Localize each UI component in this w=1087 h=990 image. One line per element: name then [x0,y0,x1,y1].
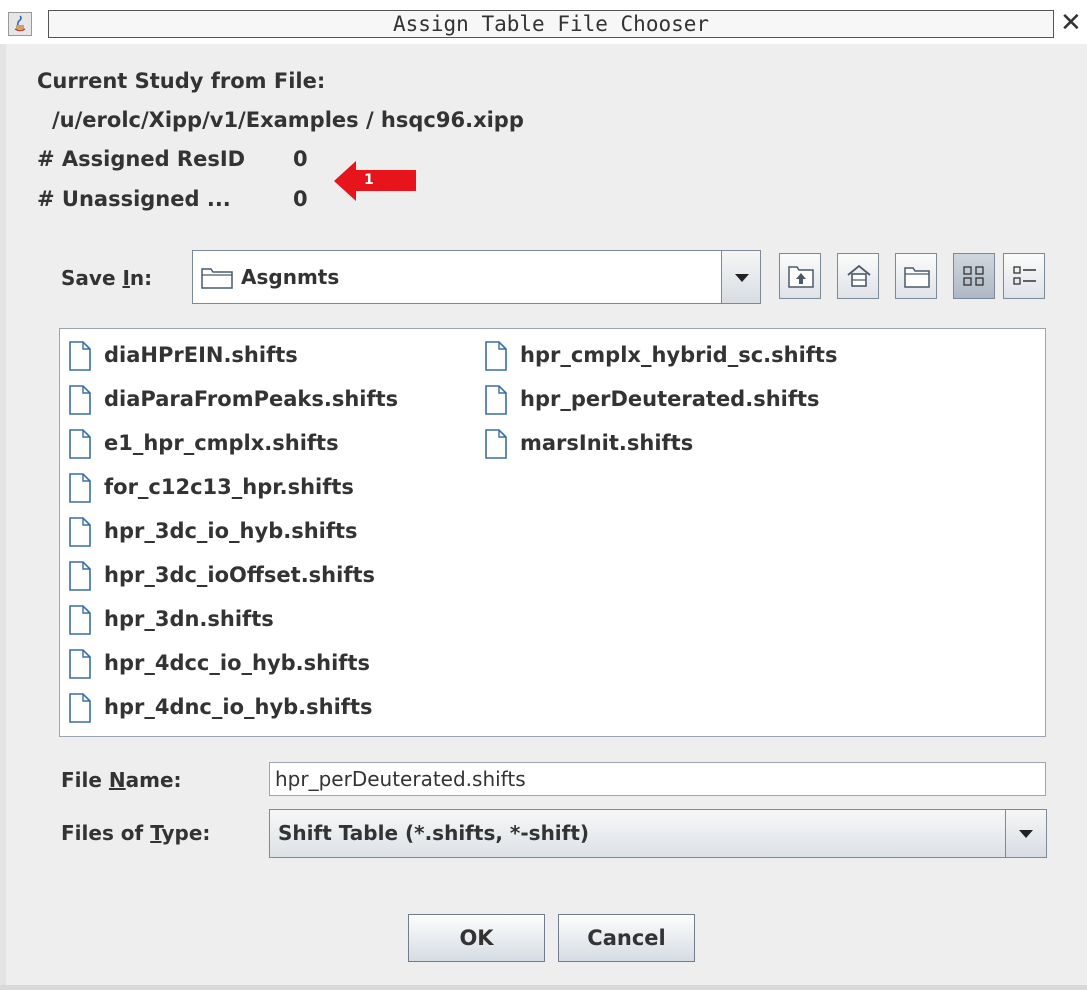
assigned-value: 0 [293,147,308,171]
file-icon [69,605,91,635]
file-list[interactable]: diaHPrEIN.shifts diaParaFromPeaks.shifts… [59,328,1046,737]
file-name: for_c12c13_hpr.shifts [104,475,354,499]
file-name: diaHPrEIN.shifts [104,343,298,367]
files-of-type-dropdown-arrow[interactable] [1005,810,1046,857]
new-folder-icon [904,267,930,288]
file-name: diaParaFromPeaks.shifts [104,387,399,411]
files-of-type-label: Files of Type: [61,821,211,845]
java-app-icon[interactable] [8,12,32,36]
up-one-level-icon [788,266,814,288]
file-icon [69,385,91,415]
cancel-button[interactable]: Cancel [558,914,695,962]
file-icon [69,429,91,459]
file-name: hpr_4dnc_io_hyb.shifts [104,695,373,719]
file-name-label: File Name: [61,768,182,792]
assigned-label: # Assigned ResID [37,147,246,171]
unassigned-label: # Unassigned ... [37,187,231,211]
home-button[interactable] [837,253,879,299]
details-view-button[interactable] [1003,253,1045,299]
save-in-value: Asgnmts [241,265,340,289]
chevron-down-icon [1019,830,1033,838]
file-name-input[interactable] [269,762,1046,796]
close-icon[interactable]: ✕ [1060,8,1087,38]
up-one-level-button[interactable] [779,253,821,299]
file-icon [69,561,91,591]
save-in-label: Save In: [61,266,153,290]
file-icon [69,341,91,371]
file-name: hpr_3dn.shifts [104,607,274,631]
unassigned-value: 0 [293,187,308,211]
study-heading: Current Study from File: [37,69,326,93]
annotation-arrow: 1 [334,161,418,205]
window-frame-left [0,44,6,990]
study-path: /u/erolc/Xipp/v1/Examples / hsqc96.xipp [52,108,524,132]
list-view-button[interactable] [953,253,995,299]
home-icon [847,264,871,287]
file-name: marsInit.shifts [520,431,694,455]
file-icon [485,341,507,371]
title-field: Assign Table File Chooser [48,10,1054,38]
files-of-type-value: Shift Table (*.shifts, *-shift) [278,821,590,845]
file-name: hpr_3dc_io_hyb.shifts [104,519,358,543]
window-frame-bottom [0,985,1087,990]
window-title: Assign Table File Chooser [392,12,710,36]
chevron-down-icon [735,274,749,282]
save-in-dropdown-arrow[interactable] [721,251,760,303]
ok-button[interactable]: OK [408,914,545,962]
files-of-type-dropdown[interactable]: Shift Table (*.shifts, *-shift) [269,809,1047,858]
save-in-dropdown[interactable]: Asgnmts [192,250,761,304]
file-icon [69,517,91,547]
file-name: hpr_3dc_ioOffset.shifts [104,563,376,587]
file-icon [485,429,507,459]
file-name: hpr_4dcc_io_hyb.shifts [104,651,370,675]
file-name: hpr_perDeuterated.shifts [520,387,820,411]
file-name: e1_hpr_cmplx.shifts [104,431,339,455]
annotation-badge: 1 [364,172,374,188]
file-icon [69,693,91,723]
list-view-icon [963,266,984,286]
title-bar[interactable]: Assign Table File Chooser ✕ [0,0,1087,44]
file-icon [69,473,91,503]
folder-icon [201,268,233,289]
details-view-icon [1013,266,1036,285]
file-icon [485,385,507,415]
file-icon [69,649,91,679]
file-name: hpr_cmplx_hybrid_sc.shifts [520,343,838,367]
new-folder-button[interactable] [895,253,937,299]
